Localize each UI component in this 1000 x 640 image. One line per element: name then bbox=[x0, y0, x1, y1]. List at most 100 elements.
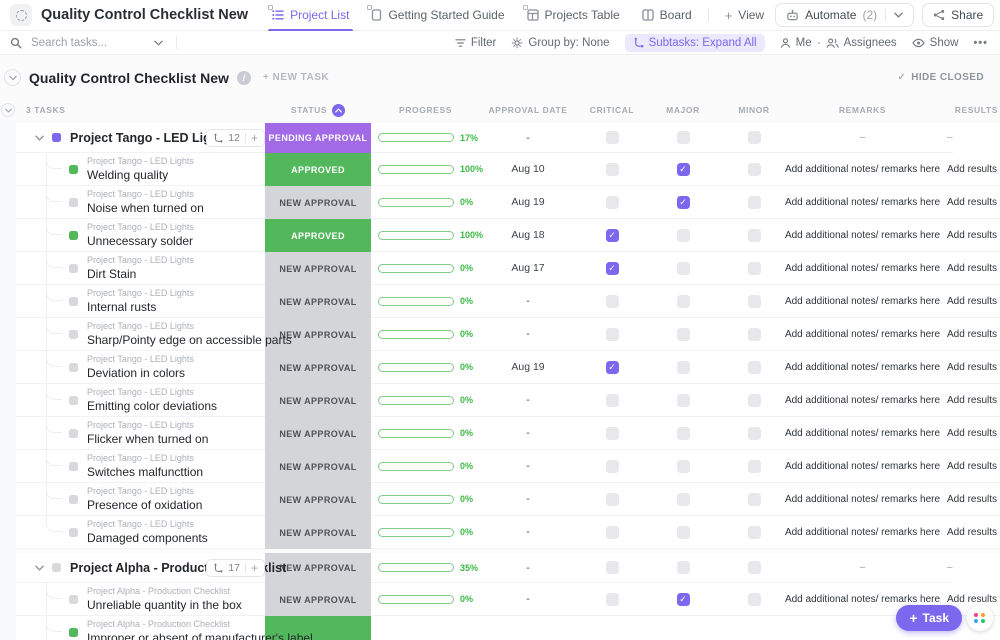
task-name[interactable]: Emitting color deviations bbox=[87, 399, 217, 413]
approval-date[interactable]: - bbox=[480, 483, 576, 516]
minor-checkbox[interactable] bbox=[748, 361, 761, 374]
task-status-square-icon[interactable] bbox=[69, 495, 78, 504]
remarks-field[interactable]: Add additional notes/ remarks here bbox=[790, 417, 935, 450]
task-name[interactable]: Project Alpha - Production Checklist bbox=[70, 561, 197, 575]
status-badge[interactable]: NEW APPROVAL bbox=[265, 186, 371, 219]
results-field[interactable]: Add results here bbox=[935, 219, 1000, 252]
task-name[interactable]: Unreliable quantity in the box bbox=[87, 598, 242, 612]
minor-checkbox[interactable] bbox=[748, 295, 761, 308]
major-checkbox[interactable] bbox=[677, 131, 690, 144]
status-badge[interactable]: NEW APPROVAL bbox=[265, 450, 371, 483]
collapse-all-icon[interactable] bbox=[1, 103, 15, 117]
results-field[interactable]: Add results here bbox=[935, 285, 1000, 318]
results-field[interactable]: – bbox=[935, 123, 953, 153]
add-subtask-button[interactable]: + bbox=[251, 132, 258, 144]
task-name[interactable]: Deviation in colors bbox=[87, 366, 194, 380]
task-status-square-icon[interactable] bbox=[69, 297, 78, 306]
share-button[interactable]: Share bbox=[922, 3, 994, 27]
minor-checkbox[interactable] bbox=[748, 526, 761, 539]
approval-date[interactable] bbox=[480, 616, 576, 640]
subtask-count-badge[interactable]: 12 + bbox=[206, 129, 265, 147]
status-badge[interactable]: NEW APPROVAL bbox=[265, 516, 371, 549]
column-header-approval-date[interactable]: APPROVAL DATE bbox=[488, 105, 567, 115]
task-name[interactable]: Sharp/Pointy edge on accessible parts bbox=[87, 333, 265, 347]
major-checkbox[interactable] bbox=[677, 561, 690, 574]
remarks-field[interactable]: Add additional notes/ remarks here bbox=[790, 153, 935, 186]
task-name[interactable]: Dirt Stain bbox=[87, 267, 194, 281]
status-badge[interactable]: NEW APPROVAL bbox=[265, 351, 371, 384]
remarks-field[interactable]: – bbox=[790, 553, 935, 583]
task-status-square-icon[interactable] bbox=[69, 165, 78, 174]
results-field[interactable]: Add results here bbox=[935, 186, 1000, 219]
approval-date[interactable]: Aug 18 bbox=[480, 219, 576, 252]
new-task-fab[interactable]: + Task bbox=[896, 605, 962, 631]
automate-button[interactable]: Automate (2) bbox=[775, 3, 914, 27]
task-name[interactable]: Project Tango - LED Lights bbox=[70, 131, 197, 145]
minor-checkbox[interactable] bbox=[748, 196, 761, 209]
task-name[interactable]: Damaged components bbox=[87, 531, 208, 545]
task-status-square-icon[interactable] bbox=[69, 595, 78, 604]
major-checkbox[interactable] bbox=[677, 229, 690, 242]
column-header-status[interactable]: STATUS bbox=[291, 105, 327, 115]
results-field[interactable]: Add results here bbox=[935, 483, 1000, 516]
tab-getting-started-guide[interactable]: Getting Started Guide bbox=[360, 0, 515, 31]
task-status-square-icon[interactable] bbox=[52, 133, 61, 142]
collapse-list-icon[interactable] bbox=[4, 69, 21, 86]
me-button[interactable]: Me bbox=[780, 37, 812, 49]
filter-button[interactable]: Filter bbox=[455, 37, 497, 49]
approval-date[interactable]: - bbox=[480, 285, 576, 318]
approval-date[interactable]: Aug 19 bbox=[480, 186, 576, 219]
approval-date[interactable]: - bbox=[480, 553, 576, 583]
minor-checkbox[interactable] bbox=[748, 394, 761, 407]
task-status-square-icon[interactable] bbox=[69, 528, 78, 537]
remarks-field[interactable]: Add additional notes/ remarks here bbox=[790, 186, 935, 219]
remarks-field[interactable]: Add additional notes/ remarks here bbox=[790, 285, 935, 318]
task-name[interactable]: Improper or absent of manufacturer's lab… bbox=[87, 631, 265, 640]
approval-date[interactable]: - bbox=[480, 583, 576, 616]
column-header-major[interactable]: MAJOR bbox=[666, 105, 700, 115]
status-badge[interactable]: PENDING APPROVAL bbox=[265, 123, 371, 153]
major-checkbox[interactable] bbox=[677, 593, 690, 606]
task-name[interactable]: Presence of oxidation bbox=[87, 498, 202, 512]
chevron-down-icon[interactable] bbox=[154, 40, 163, 46]
critical-checkbox[interactable] bbox=[606, 394, 619, 407]
task-status-square-icon[interactable] bbox=[69, 198, 78, 207]
major-checkbox[interactable] bbox=[677, 295, 690, 308]
critical-checkbox[interactable] bbox=[606, 328, 619, 341]
results-field[interactable]: Add results here bbox=[935, 318, 1000, 351]
more-options-button[interactable]: ••• bbox=[973, 37, 988, 49]
remarks-field[interactable]: Add additional notes/ remarks here bbox=[790, 219, 935, 252]
status-badge[interactable]: APPROVED bbox=[265, 219, 371, 252]
minor-checkbox[interactable] bbox=[748, 229, 761, 242]
minor-checkbox[interactable] bbox=[748, 163, 761, 176]
subtask-count-badge[interactable]: 17 + bbox=[206, 559, 265, 577]
task-name[interactable]: Unnecessary solder bbox=[87, 234, 194, 248]
minor-checkbox[interactable] bbox=[748, 593, 761, 606]
status-badge[interactable]: NEW APPROVAL bbox=[265, 417, 371, 450]
column-header-progress[interactable]: PROGRESS bbox=[399, 105, 452, 115]
task-status-square-icon[interactable] bbox=[69, 429, 78, 438]
critical-checkbox[interactable] bbox=[606, 196, 619, 209]
status-badge[interactable]: NEW APPROVAL bbox=[265, 252, 371, 285]
major-checkbox[interactable] bbox=[677, 196, 690, 209]
approval-date[interactable]: Aug 10 bbox=[480, 153, 576, 186]
tab-projects-table[interactable]: Projects Table bbox=[516, 0, 631, 31]
minor-checkbox[interactable] bbox=[748, 493, 761, 506]
info-icon[interactable]: i bbox=[237, 71, 251, 85]
group-by-button[interactable]: Group by: None bbox=[511, 37, 609, 49]
task-status-square-icon[interactable] bbox=[69, 363, 78, 372]
major-checkbox[interactable] bbox=[677, 163, 690, 176]
results-field[interactable]: – bbox=[935, 553, 953, 583]
task-status-square-icon[interactable] bbox=[69, 628, 78, 637]
minor-checkbox[interactable] bbox=[748, 131, 761, 144]
critical-checkbox[interactable] bbox=[606, 593, 619, 606]
critical-checkbox[interactable] bbox=[606, 427, 619, 440]
approval-date[interactable]: - bbox=[480, 516, 576, 549]
status-badge[interactable]: NEW APPROVAL bbox=[265, 583, 371, 616]
tab-board[interactable]: Board bbox=[631, 0, 703, 31]
task-status-square-icon[interactable] bbox=[69, 330, 78, 339]
results-field[interactable]: Add results here bbox=[935, 417, 1000, 450]
status-badge[interactable]: NEW APPROVAL bbox=[265, 483, 371, 516]
results-field[interactable]: Add results here bbox=[935, 384, 1000, 417]
column-header-critical[interactable]: CRITICAL bbox=[590, 105, 634, 115]
